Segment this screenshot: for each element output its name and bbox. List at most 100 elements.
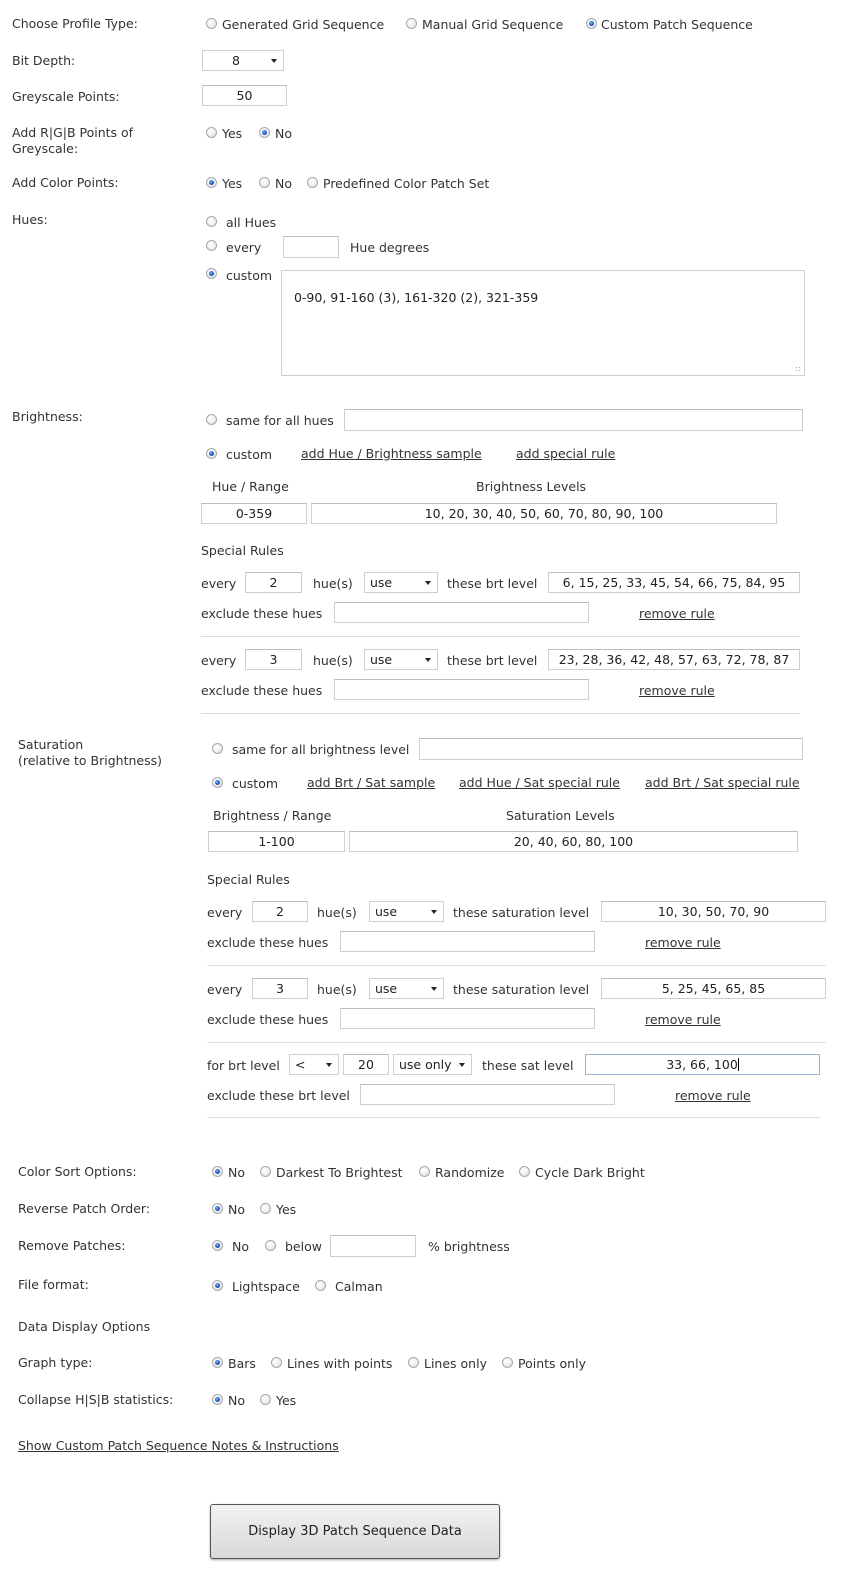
radio-generated-grid[interactable] xyxy=(206,18,217,29)
radio-format-calman[interactable] xyxy=(315,1280,326,1291)
radio-remove-no-label[interactable]: No xyxy=(232,1239,249,1254)
add-hue-sat-special-rule-link[interactable]: add Hue / Sat special rule xyxy=(459,775,620,790)
radio-graph-points-only-label[interactable]: Points only xyxy=(518,1356,586,1371)
radio-color-predefined-label[interactable]: Predefined Color Patch Set xyxy=(323,176,489,191)
sat-rule2-exclude-input[interactable] xyxy=(340,1008,595,1029)
add-hue-brightness-sample-link[interactable]: add Hue / Brightness sample xyxy=(301,446,482,461)
radio-saturation-custom[interactable] xyxy=(212,777,223,788)
radio-rgb-no[interactable] xyxy=(259,127,270,138)
radio-sort-cycle[interactable] xyxy=(519,1166,530,1177)
saturation-sample-range-input[interactable]: 1-100 xyxy=(208,831,345,852)
radio-sort-no-label[interactable]: No xyxy=(228,1165,245,1180)
radio-color-predefined[interactable] xyxy=(307,177,318,188)
radio-reverse-no-label[interactable]: No xyxy=(228,1202,245,1217)
radio-color-no-label[interactable]: No xyxy=(275,176,292,191)
radio-brightness-same-label[interactable]: same for all hues xyxy=(226,413,334,428)
sat-brt-rule-levels-input[interactable]: 33, 66, 100 xyxy=(585,1054,820,1075)
radio-collapse-yes-label[interactable]: Yes xyxy=(276,1393,296,1408)
radio-saturation-same-label[interactable]: same for all brightness level xyxy=(232,742,409,757)
sat-brt-rule-operator-select[interactable]: < xyxy=(289,1054,339,1075)
radio-color-no[interactable] xyxy=(259,177,270,188)
radio-graph-lines-only[interactable] xyxy=(408,1357,419,1368)
sat-brt-rule-mode-select[interactable]: use only xyxy=(393,1054,472,1075)
brt-rule1-levels-input[interactable]: 6, 15, 25, 33, 45, 54, 66, 75, 84, 95 xyxy=(548,572,800,593)
brt-rule1-mode-select[interactable]: use xyxy=(364,572,438,593)
sat-rule2-every-input[interactable]: 3 xyxy=(252,978,308,999)
sat-rule2-mode-select[interactable]: use xyxy=(369,978,444,999)
sat-rule1-mode-select[interactable]: use xyxy=(369,901,444,922)
brt-rule1-every-input[interactable]: 2 xyxy=(245,572,302,593)
sat-brt-rule-exclude-input[interactable] xyxy=(360,1084,615,1105)
radio-rgb-yes-label[interactable]: Yes xyxy=(222,126,242,141)
radio-custom-patch[interactable] xyxy=(586,18,597,29)
brt-rule2-every-input[interactable]: 3 xyxy=(245,649,302,670)
brightness-sample-levels-input[interactable]: 10, 20, 30, 40, 50, 60, 70, 80, 90, 100 xyxy=(311,503,777,524)
radio-custom-patch-label[interactable]: Custom Patch Sequence xyxy=(601,17,753,32)
radio-format-lightspace-label[interactable]: Lightspace xyxy=(232,1279,300,1294)
radio-custom-hues-label[interactable]: custom xyxy=(226,268,272,283)
radio-sort-randomize[interactable] xyxy=(419,1166,430,1177)
radio-graph-bars-label[interactable]: Bars xyxy=(228,1356,256,1371)
show-notes-link[interactable]: Show Custom Patch Sequence Notes & Instr… xyxy=(18,1438,339,1453)
radio-all-hues-label[interactable]: all Hues xyxy=(226,215,276,230)
radio-generated-grid-label[interactable]: Generated Grid Sequence xyxy=(222,17,384,32)
radio-collapse-no-label[interactable]: No xyxy=(228,1393,245,1408)
brt-rule2-levels-input[interactable]: 23, 28, 36, 42, 48, 57, 63, 72, 78, 87 xyxy=(548,649,800,670)
radio-rgb-no-label[interactable]: No xyxy=(275,126,292,141)
radio-rgb-yes[interactable] xyxy=(206,127,217,138)
radio-reverse-no[interactable] xyxy=(212,1203,223,1214)
radio-sort-darkest-label[interactable]: Darkest To Brightest xyxy=(276,1165,402,1180)
radio-saturation-custom-label[interactable]: custom xyxy=(232,776,278,791)
radio-brightness-custom-label[interactable]: custom xyxy=(226,447,272,462)
radio-custom-hues[interactable] xyxy=(206,268,217,279)
sat-rule1-levels-input[interactable]: 10, 30, 50, 70, 90 xyxy=(601,901,826,922)
saturation-sample-levels-input[interactable]: 20, 40, 60, 80, 100 xyxy=(349,831,798,852)
sat-rule2-levels-input[interactable]: 5, 25, 45, 65, 85 xyxy=(601,978,826,999)
radio-manual-grid-label[interactable]: Manual Grid Sequence xyxy=(422,17,563,32)
radio-reverse-yes[interactable] xyxy=(260,1203,271,1214)
radio-color-yes[interactable] xyxy=(206,177,217,188)
brt-rule2-exclude-input[interactable] xyxy=(334,679,589,700)
brt-rule1-remove-link[interactable]: remove rule xyxy=(639,606,715,621)
radio-manual-grid[interactable] xyxy=(406,18,417,29)
radio-reverse-yes-label[interactable]: Yes xyxy=(276,1202,296,1217)
sat-brt-rule-remove-link[interactable]: remove rule xyxy=(675,1088,751,1103)
resize-grip-icon[interactable] xyxy=(795,366,801,372)
radio-graph-lines-points-label[interactable]: Lines with points xyxy=(287,1356,392,1371)
radio-saturation-same[interactable] xyxy=(212,743,223,754)
radio-every-hue[interactable] xyxy=(206,240,217,251)
hue-every-input[interactable] xyxy=(283,236,339,258)
radio-graph-points-only[interactable] xyxy=(502,1357,513,1368)
saturation-same-input[interactable] xyxy=(419,738,803,760)
radio-collapse-no[interactable] xyxy=(212,1394,223,1405)
radio-sort-randomize-label[interactable]: Randomize xyxy=(435,1165,504,1180)
radio-format-lightspace[interactable] xyxy=(212,1280,223,1291)
sat-rule1-exclude-input[interactable] xyxy=(340,931,595,952)
bit-depth-select[interactable]: 8 xyxy=(202,50,284,71)
remove-below-input[interactable] xyxy=(330,1235,416,1257)
greyscale-points-input[interactable]: 50 xyxy=(202,85,287,106)
sat-rule2-remove-link[interactable]: remove rule xyxy=(645,1012,721,1027)
brt-rule2-remove-link[interactable]: remove rule xyxy=(639,683,715,698)
radio-remove-below-label[interactable]: below xyxy=(285,1239,322,1254)
brt-rule1-exclude-input[interactable] xyxy=(334,602,589,623)
radio-collapse-yes[interactable] xyxy=(260,1394,271,1405)
custom-hues-textarea[interactable]: 0-90, 91-160 (3), 161-320 (2), 321-359 xyxy=(281,270,805,376)
radio-all-hues[interactable] xyxy=(206,216,217,227)
brightness-sample-range-input[interactable]: 0-359 xyxy=(201,503,307,524)
radio-sort-cycle-label[interactable]: Cycle Dark Bright xyxy=(535,1165,645,1180)
add-special-rule-link[interactable]: add special rule xyxy=(516,446,615,461)
radio-every-hue-label[interactable]: every xyxy=(226,240,261,255)
sat-rule1-remove-link[interactable]: remove rule xyxy=(645,935,721,950)
radio-sort-no[interactable] xyxy=(212,1166,223,1177)
brightness-same-input[interactable] xyxy=(344,409,803,431)
radio-graph-lines-points[interactable] xyxy=(271,1357,282,1368)
brt-rule2-mode-select[interactable]: use xyxy=(364,649,438,670)
radio-remove-no[interactable] xyxy=(212,1240,223,1251)
radio-color-yes-label[interactable]: Yes xyxy=(222,176,242,191)
radio-graph-bars[interactable] xyxy=(212,1357,223,1368)
sat-rule1-every-input[interactable]: 2 xyxy=(252,901,308,922)
add-brt-sat-special-rule-link[interactable]: add Brt / Sat special rule xyxy=(645,775,800,790)
add-brt-sat-sample-link[interactable]: add Brt / Sat sample xyxy=(307,775,435,790)
radio-graph-lines-only-label[interactable]: Lines only xyxy=(424,1356,487,1371)
